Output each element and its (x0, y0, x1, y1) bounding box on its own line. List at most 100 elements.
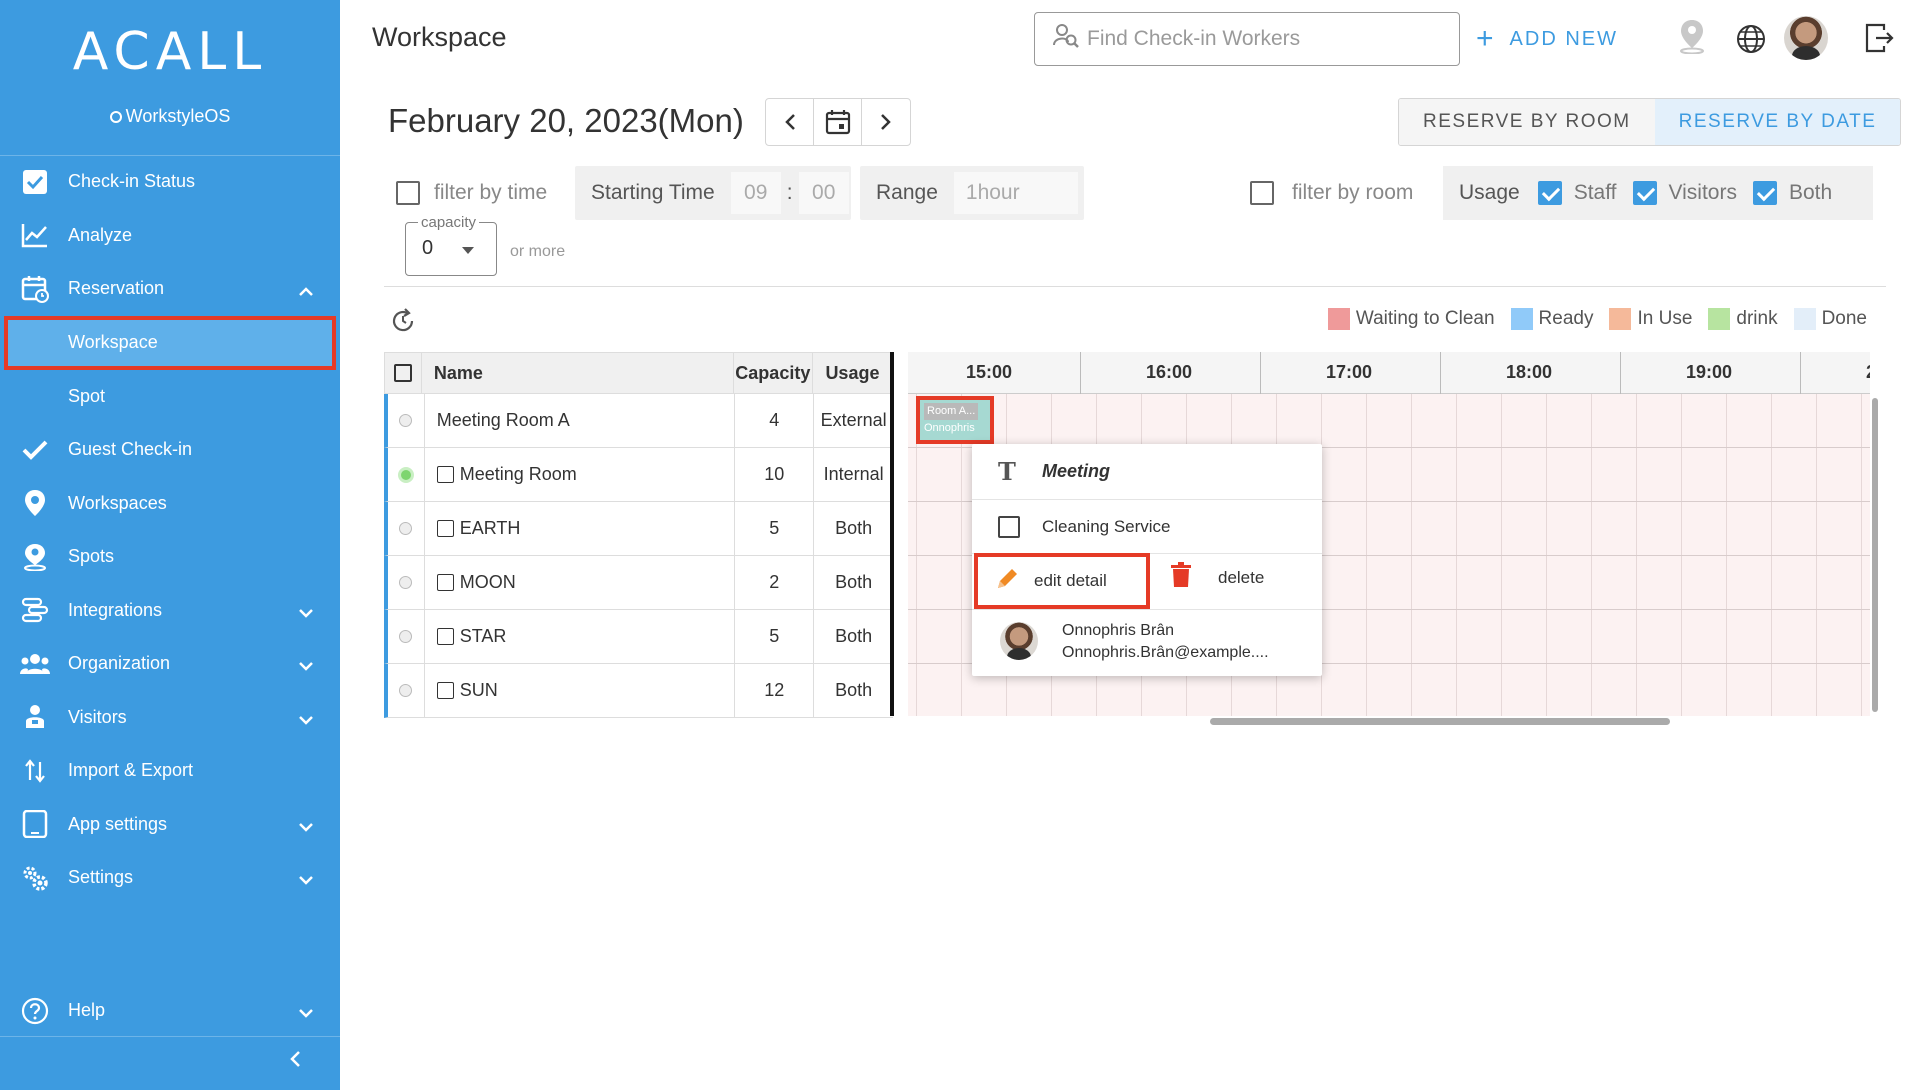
calendar-clock-icon (20, 274, 50, 304)
select-all-checkbox[interactable] (393, 364, 412, 382)
minute-input[interactable]: 00 (798, 172, 849, 214)
room-capacity: 2 (735, 556, 815, 609)
location-icon[interactable] (1678, 18, 1706, 59)
sidebar-item-label: Settings (68, 867, 134, 888)
hour-input[interactable]: 09 (730, 172, 781, 214)
row-checkbox[interactable] (436, 628, 454, 645)
hour-separator (1620, 352, 1621, 394)
room-capacity: 10 (735, 448, 815, 501)
booking-block[interactable]: Room A... Onnophris (916, 396, 994, 444)
status-indicator (399, 630, 413, 643)
filter-by-time-checkbox[interactable] (396, 181, 420, 205)
popup-title-row: T Meeting (972, 444, 1322, 500)
date-navigation (765, 98, 911, 146)
current-date: February 20, 2023(Mon) (388, 102, 744, 139)
calendar-icon (825, 110, 850, 135)
row-checkbox[interactable] (436, 574, 454, 591)
row-checkbox[interactable] (436, 682, 454, 699)
cleaning-service-row[interactable]: Cleaning Service (972, 500, 1322, 554)
table-row[interactable]: STAR 5 Both (384, 610, 893, 664)
sidebar-item-guest-check-in[interactable]: Guest Check-in (0, 423, 340, 477)
usage-staff-checkbox[interactable] (1537, 181, 1562, 205)
column-usage: Usage (825, 362, 880, 383)
legend-in-use: In Use (1609, 308, 1692, 330)
status-indicator (399, 522, 413, 535)
filter-by-room[interactable]: filter by room (1250, 181, 1413, 205)
next-day-button[interactable] (862, 99, 910, 145)
sidebar: ACALL WorkstyleOS Check-in Status Analyz… (0, 0, 340, 1090)
sidebar-item-label: Spot (68, 385, 106, 406)
sidebar-item-import-export[interactable]: Import & Export (0, 744, 340, 798)
refresh-button[interactable] (390, 308, 416, 339)
room-capacity: 12 (735, 664, 815, 717)
search-input[interactable]: Find Check-in Workers (1034, 12, 1460, 66)
sidebar-item-visitors[interactable]: Visitors (0, 691, 340, 745)
sidebar-item-workspace[interactable]: Workspace (4, 315, 336, 370)
cleaning-service-checkbox[interactable] (998, 515, 1020, 538)
sidebar-item-app-settings[interactable]: App settings (0, 798, 340, 852)
chevron-left-icon (784, 114, 795, 130)
edit-detail-button[interactable]: edit detail (974, 553, 1150, 609)
sidebar-item-integrations[interactable]: Integrations (0, 584, 340, 638)
column-name: Name (422, 353, 734, 393)
table-row[interactable]: SUN 12 Both (384, 664, 893, 718)
logout-icon[interactable] (1864, 22, 1894, 59)
usage-label: Usage (1459, 181, 1520, 204)
room-name: STAR (459, 626, 507, 646)
previous-day-button[interactable] (766, 99, 814, 145)
sidebar-item-reservation[interactable]: Reservation (0, 262, 340, 316)
reserve-by-date-tab[interactable]: RESERVE BY DATE (1654, 99, 1901, 145)
horizontal-scrollbar[interactable] (1210, 718, 1670, 725)
usage-visitors-checkbox[interactable] (1632, 181, 1657, 205)
sidebar-item-analyze[interactable]: Analyze (0, 209, 340, 263)
hour-separator (1440, 352, 1441, 394)
sidebar-item-settings[interactable]: Settings (0, 851, 340, 905)
timeline-header: 15:00 16:00 17:00 18:00 19:00 20 (908, 352, 1870, 394)
person-email: Onnophris.Brân@example.... (1062, 644, 1269, 661)
hour-label: 16:00 (1146, 362, 1193, 382)
table-row[interactable]: Meeting Room 10 Internal (384, 448, 893, 502)
usage-both-option[interactable]: Both (1752, 181, 1832, 205)
booking-popup: T Meeting Cleaning Service edit detail d… (972, 444, 1322, 676)
sidebar-item-spot[interactable]: Spot (0, 370, 340, 424)
usage-both-checkbox[interactable] (1752, 181, 1777, 205)
divider (384, 286, 1886, 287)
add-new-button[interactable]: + ADD NEW (1476, 24, 1618, 54)
row-checkbox[interactable] (436, 520, 454, 537)
sidebar-nav: Check-in Status Analyze Reservation Work… (0, 155, 340, 905)
hour-label: 19:00 (1686, 362, 1733, 382)
sidebar-item-spots[interactable]: Spots (0, 530, 340, 584)
calendar-button[interactable] (814, 99, 862, 145)
room-name: EARTH (459, 518, 521, 538)
usage-staff-option[interactable]: Staff (1537, 181, 1617, 205)
reserve-by-room-tab[interactable]: RESERVE BY ROOM (1399, 99, 1655, 145)
collapse-sidebar-button[interactable] (288, 1050, 302, 1073)
row-checkbox[interactable] (436, 466, 454, 483)
hour-label: 20 (1866, 362, 1870, 383)
table-row[interactable]: Meeting Room A 4 External (384, 394, 893, 448)
table-row[interactable]: MOON 2 Both (384, 556, 893, 610)
legend-drink: drink (1708, 308, 1778, 330)
globe-icon[interactable] (1736, 24, 1766, 59)
tablet-icon (20, 809, 50, 839)
chevron-right-icon (881, 114, 891, 130)
visitor-icon (20, 702, 50, 732)
sidebar-item-organization[interactable]: Organization (0, 637, 340, 691)
capacity-select[interactable]: capacity 0 (405, 214, 497, 276)
sidebar-item-help[interactable]: Help (0, 984, 340, 1038)
delete-button[interactable]: delete (1170, 562, 1264, 593)
filter-by-room-checkbox[interactable] (1250, 181, 1274, 205)
hour-separator (1080, 352, 1081, 394)
filter-by-time[interactable]: filter by time (396, 181, 547, 205)
sidebar-item-check-in-status[interactable]: Check-in Status (0, 155, 340, 209)
range-select[interactable]: 1hour (953, 172, 1078, 214)
booking-room: Room A... (924, 403, 979, 420)
table-row[interactable]: EARTH 5 Both (384, 502, 893, 556)
user-avatar[interactable] (1784, 16, 1828, 60)
sidebar-item-workspaces[interactable]: Workspaces (0, 477, 340, 531)
sidebar-item-label: Visitors (68, 706, 127, 727)
status-indicator (399, 684, 413, 697)
vertical-scrollbar[interactable] (1872, 398, 1878, 712)
room-usage: External (820, 410, 887, 430)
usage-visitors-option[interactable]: Visitors (1632, 181, 1737, 205)
